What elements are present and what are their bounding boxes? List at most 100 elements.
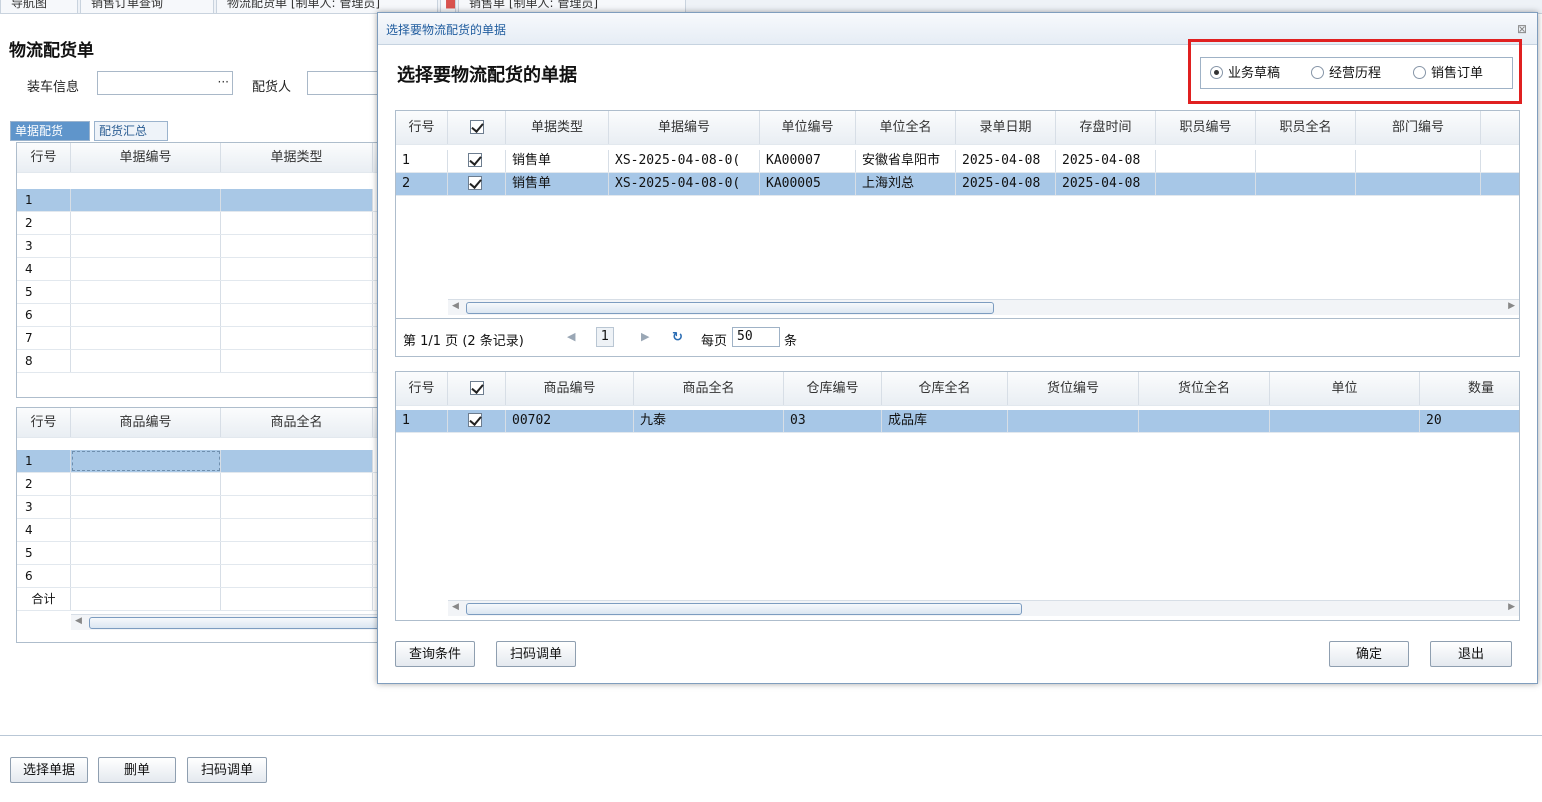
column-header: 商品编号: [506, 372, 634, 405]
table-row[interactable]: 2: [17, 473, 395, 496]
app-tab-label: 销售订单查询: [91, 0, 164, 10]
app-tab-label: 导航图: [11, 0, 48, 10]
radio-label: 业务草稿: [1228, 66, 1281, 81]
unit-name-cell: 安徽省阜阳市: [856, 150, 956, 172]
row-number: 6: [17, 565, 71, 587]
radio-empty-icon: [1311, 66, 1324, 79]
total-row: 合计: [17, 588, 395, 611]
table-row[interactable]: 1 销售单 XS-2025-04-08-0( KA00007 安徽省阜阳市 20…: [396, 150, 1519, 173]
checkbox-checked-icon: [469, 381, 484, 395]
table-row[interactable]: 5: [17, 542, 395, 565]
prev-page-icon[interactable]: ◀: [567, 330, 575, 343]
row-number: 2: [396, 173, 448, 195]
next-page-icon[interactable]: ▶: [641, 330, 649, 343]
doc-number-cell: XS-2025-04-08-0(: [609, 150, 760, 172]
radio-label: 经营历程: [1329, 66, 1382, 81]
loading-info-input[interactable]: ···: [97, 71, 233, 95]
app-tab-sales-order-query[interactable]: 销售订单查询: [80, 0, 214, 14]
column-header: 单位: [1270, 372, 1420, 405]
table-row[interactable]: 1: [17, 189, 395, 212]
table-row[interactable]: 7: [17, 327, 395, 350]
per-page-input[interactable]: 50: [732, 327, 780, 347]
saved-time-cell: 2025-04-08: [1056, 150, 1156, 172]
row-number: 1: [17, 450, 71, 472]
dialog-titlebar[interactable]: 选择要物流配货的单据 ⊠: [378, 13, 1537, 45]
checkbox-checked-icon: [468, 413, 482, 427]
column-header: 单据编号: [71, 143, 221, 172]
warehouse-code-cell: 03: [784, 410, 882, 432]
column-header: 部门编号: [1356, 111, 1481, 144]
table-row[interactable]: 1: [17, 450, 395, 473]
unit-name-cell: 上海刘总: [856, 173, 956, 195]
table-row[interactable]: 4: [17, 519, 395, 542]
select-all-checkbox[interactable]: [448, 111, 506, 144]
column-header: 单位全名: [856, 111, 956, 144]
distributor-input[interactable]: [307, 71, 387, 95]
column-header: 录单日期: [956, 111, 1056, 144]
horizontal-scrollbar[interactable]: ◀ ▶: [448, 299, 1519, 315]
row-checkbox[interactable]: [448, 173, 506, 195]
row-number: 3: [17, 235, 71, 257]
row-checkbox[interactable]: [448, 410, 506, 432]
radio-business-history[interactable]: 经营历程: [1311, 65, 1381, 83]
row-number: 5: [17, 281, 71, 303]
table-row[interactable]: 4: [17, 258, 395, 281]
distributor-label: 配货人: [252, 80, 292, 95]
scrollbar-thumb[interactable]: [466, 603, 1022, 615]
doc-type-cell: 销售单: [506, 150, 609, 172]
current-page-number[interactable]: 1: [596, 327, 614, 347]
scan-doc-button[interactable]: 扫码调单: [496, 641, 576, 667]
table-row[interactable]: 6: [17, 565, 395, 588]
table-row[interactable]: 8: [17, 350, 395, 373]
saved-time-cell: 2025-04-08: [1056, 173, 1156, 195]
table-row[interactable]: 3: [17, 235, 395, 258]
scan-doc-button[interactable]: 扫码调单: [187, 757, 267, 783]
table-row[interactable]: 1 00702 九泰 03 成品库 20: [396, 410, 1519, 433]
confirm-button[interactable]: 确定: [1329, 641, 1409, 667]
unit-code-cell: KA00007: [760, 150, 856, 172]
column-header: 单据类型: [221, 143, 373, 172]
row-number: 3: [17, 496, 71, 518]
app-tab-home[interactable]: 导航图: [0, 0, 78, 14]
tab-distribution-summary[interactable]: 配货汇总: [94, 121, 168, 141]
radio-label: 销售订单: [1431, 66, 1484, 81]
exit-button[interactable]: 退出: [1430, 641, 1512, 667]
select-doc-dialog: 选择要物流配货的单据 ⊠ 选择要物流配货的单据 业务草稿 经营历程 销售订单 行…: [377, 12, 1538, 684]
ellipsis-icon[interactable]: ···: [218, 75, 229, 89]
row-number: 4: [17, 258, 71, 280]
close-icon[interactable]: ⊠: [1517, 22, 1527, 36]
dialog-doc-grid: 行号 单据类型 单据编号 单位编号 单位全名 录单日期 存盘时间 职员编号 职员…: [395, 110, 1520, 319]
column-header: 仓库编号: [784, 372, 882, 405]
column-header: 单位编号: [760, 111, 856, 144]
source-radio-group: 业务草稿 经营历程 销售订单: [1200, 57, 1513, 89]
goods-code-cell: 00702: [506, 410, 634, 432]
table-row[interactable]: 2: [17, 212, 395, 235]
refresh-icon[interactable]: ↻: [672, 330, 683, 345]
row-checkbox[interactable]: [448, 150, 506, 172]
pager-summary: 第 1/1 页 (2 条记录): [403, 334, 524, 349]
radio-business-draft[interactable]: 业务草稿: [1210, 65, 1280, 83]
scrollbar-thumb[interactable]: [89, 617, 389, 629]
scrollbar-thumb[interactable]: [466, 302, 994, 314]
row-number: 2: [17, 473, 71, 495]
horizontal-scrollbar[interactable]: ◀ ▶: [448, 600, 1519, 616]
column-header: 行号: [17, 143, 71, 172]
row-number: 7: [17, 327, 71, 349]
query-conditions-button[interactable]: 查询条件: [395, 641, 475, 667]
radio-sales-order[interactable]: 销售订单: [1413, 65, 1483, 83]
table-row[interactable]: 3: [17, 496, 395, 519]
page-title: 物流配货单: [9, 41, 94, 61]
horizontal-scrollbar[interactable]: ◀: [71, 614, 395, 630]
total-label: 合计: [17, 588, 71, 610]
column-header: 行号: [396, 372, 448, 405]
tab-doc-distribution[interactable]: 单据配货: [10, 121, 90, 141]
loading-info-label: 装车信息: [27, 80, 80, 95]
table-row[interactable]: 2 销售单 XS-2025-04-08-0( KA00005 上海刘总 2025…: [396, 173, 1519, 196]
table-row[interactable]: 5: [17, 281, 395, 304]
row-number: 1: [396, 410, 448, 432]
column-header: 仓库全名: [882, 372, 1008, 405]
table-row[interactable]: 6: [17, 304, 395, 327]
select-doc-button[interactable]: 选择单据: [10, 757, 88, 783]
delete-doc-button[interactable]: 删单: [98, 757, 176, 783]
select-all-checkbox[interactable]: [448, 372, 506, 405]
